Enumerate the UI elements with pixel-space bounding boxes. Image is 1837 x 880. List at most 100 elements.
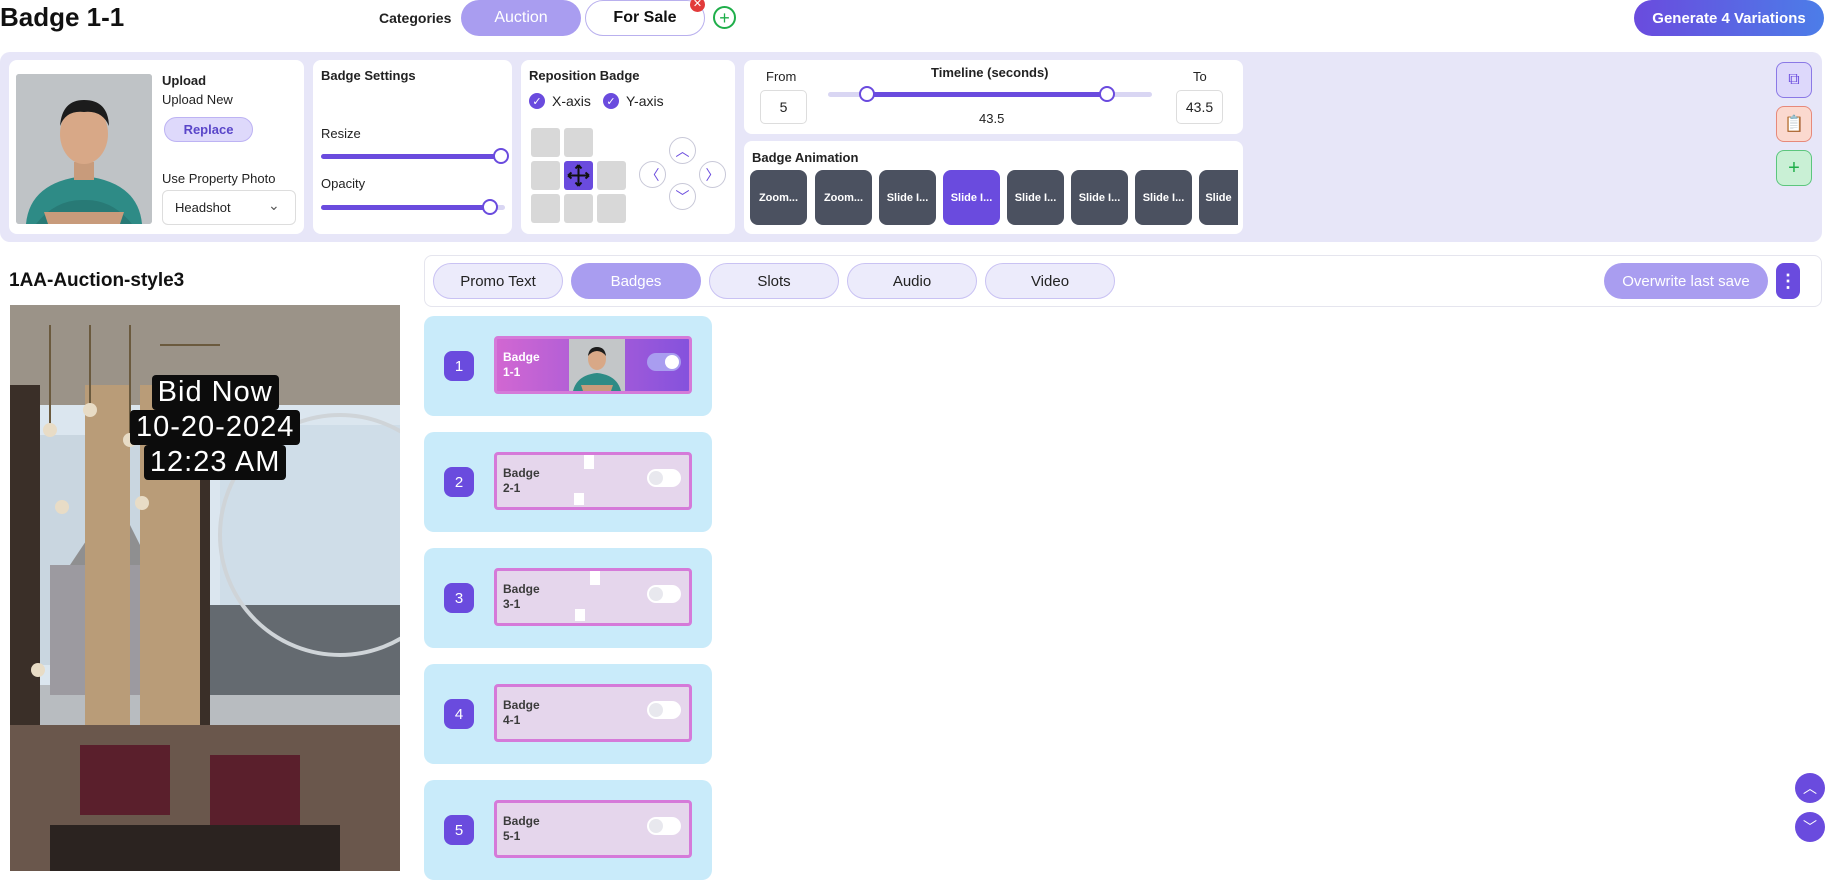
animation-option-8[interactable]: Slide: [1199, 170, 1238, 225]
badge-preview-mark: [575, 609, 585, 621]
animation-option-4[interactable]: Slide I...: [943, 170, 1000, 225]
badge-card[interactable]: Badge 3-1: [494, 568, 692, 626]
more-vertical-icon[interactable]: ⋮: [1776, 263, 1800, 299]
toggle-knob: [649, 819, 663, 833]
badge-card-label: Badge 4-1: [503, 698, 540, 728]
tab-audio[interactable]: Audio: [847, 263, 977, 299]
move-up-chevron-icon[interactable]: ︿: [669, 137, 696, 164]
badge-overlay-text: Bid Now 10-20-2024 12:23 AM: [130, 375, 301, 480]
generate-variations-button[interactable]: Generate 4 Variations: [1634, 0, 1824, 36]
overlay-line-1: Bid Now: [151, 375, 279, 410]
to-label: To: [1193, 69, 1207, 84]
scroll-up-chevron-icon[interactable]: ︿: [1795, 773, 1825, 803]
badge-number: 3: [444, 583, 474, 613]
copy-icon[interactable]: ⧉: [1776, 62, 1812, 98]
badge-enable-toggle[interactable]: [647, 585, 681, 603]
badge-card-label: Badge 5-1: [503, 814, 540, 844]
animation-option-7[interactable]: Slide I...: [1135, 170, 1192, 225]
position-cell-bottom-center[interactable]: [564, 194, 593, 223]
category-tab-for-sale[interactable]: For Sale: [585, 0, 705, 36]
position-cell-bottom-left[interactable]: [531, 194, 560, 223]
toggle-knob: [649, 703, 663, 717]
badge-thumbnail-photo: [569, 339, 625, 391]
overlay-line-2: 10-20-2024: [130, 410, 301, 445]
resize-slider-track[interactable]: [321, 154, 501, 159]
move-icon: [567, 164, 590, 187]
animation-option-3[interactable]: Slide I...: [879, 170, 936, 225]
tab-promo-text[interactable]: Promo Text: [433, 263, 563, 299]
category-tab-auction[interactable]: Auction: [461, 0, 581, 36]
timeline-start-thumb[interactable]: [859, 86, 875, 102]
add-category-plus-icon[interactable]: +: [713, 6, 736, 29]
scroll-down-chevron-icon[interactable]: ﹀: [1795, 812, 1825, 842]
badge-row[interactable]: 3 Badge 3-1: [424, 548, 712, 648]
chevron-down-icon: ⌄: [268, 197, 280, 213]
badge-row[interactable]: 1 Badge 1-1: [424, 316, 712, 416]
badge-card-id: 2-1: [503, 481, 521, 495]
x-axis-label: X-axis: [552, 93, 591, 109]
overlay-line-3: 12:23 AM: [143, 445, 287, 480]
to-input[interactable]: 43.5: [1176, 90, 1223, 124]
badge-row[interactable]: 4 Badge 4-1: [424, 664, 712, 764]
badge-card[interactable]: Badge 2-1: [494, 452, 692, 510]
toggle-knob: [649, 471, 663, 485]
move-down-chevron-icon[interactable]: ﹀: [669, 183, 696, 210]
badge-card-title: Badge: [503, 698, 540, 712]
toggle-knob: [665, 355, 679, 369]
badge-number: 5: [444, 815, 474, 845]
position-cell-middle-right[interactable]: [597, 161, 626, 190]
badge-card-label: Badge 3-1: [503, 582, 540, 612]
categories-label: Categories: [379, 10, 452, 26]
y-axis-checkbox[interactable]: ✓: [603, 93, 619, 109]
position-cell-middle-center[interactable]: [564, 161, 593, 190]
timeline-current-value: 43.5: [979, 111, 1005, 126]
badge-card-id: 3-1: [503, 597, 521, 611]
add-plus-icon[interactable]: +: [1776, 150, 1812, 186]
position-cell-top-center[interactable]: [564, 128, 593, 157]
opacity-label: Opacity: [321, 176, 366, 191]
badge-card[interactable]: Badge 5-1: [494, 800, 692, 858]
badge-settings-heading: Badge Settings: [321, 68, 416, 83]
badge-card-id: 5-1: [503, 829, 521, 843]
clipboard-icon[interactable]: 📋: [1776, 106, 1812, 142]
badge-enable-toggle[interactable]: [647, 817, 681, 835]
use-property-photo-label: Use Property Photo: [162, 171, 276, 186]
resize-slider-thumb[interactable]: [493, 148, 509, 164]
badge-card[interactable]: Badge 4-1: [494, 684, 692, 742]
badge-row[interactable]: 2 Badge 2-1: [424, 432, 712, 532]
animation-option-6[interactable]: Slide I...: [1071, 170, 1128, 225]
tab-slots[interactable]: Slots: [709, 263, 839, 299]
y-axis-label: Y-axis: [626, 93, 664, 109]
badge-enable-toggle[interactable]: [647, 701, 681, 719]
animation-option-5[interactable]: Slide I...: [1007, 170, 1064, 225]
from-label: From: [766, 69, 797, 84]
upload-heading: Upload: [162, 73, 207, 88]
position-cell-top-left[interactable]: [531, 128, 560, 157]
badge-enable-toggle[interactable]: [647, 469, 681, 487]
tab-badges[interactable]: Badges: [571, 263, 701, 299]
upload-new-label: Upload New: [162, 92, 233, 107]
badge-card[interactable]: Badge 1-1: [494, 336, 692, 394]
badge-enable-toggle[interactable]: [647, 353, 681, 371]
badge-row[interactable]: 5 Badge 5-1: [424, 780, 712, 880]
headshot-photo: [16, 74, 152, 224]
badge-preview-mark: [590, 571, 600, 585]
move-left-chevron-icon[interactable]: 〈: [639, 161, 666, 188]
badge-card-title: Badge: [503, 350, 540, 364]
move-right-chevron-icon[interactable]: 〉: [699, 161, 726, 188]
badge-preview-mark: [584, 455, 594, 469]
tab-video[interactable]: Video: [985, 263, 1115, 299]
from-input[interactable]: 5: [760, 90, 807, 124]
timeline-end-thumb[interactable]: [1099, 86, 1115, 102]
x-axis-checkbox[interactable]: ✓: [529, 93, 545, 109]
replace-photo-button[interactable]: Replace: [164, 117, 253, 142]
badge-card-title: Badge: [503, 582, 540, 596]
overwrite-last-save-button[interactable]: Overwrite last save: [1604, 263, 1768, 299]
opacity-slider-fill: [321, 205, 491, 210]
animation-option-2[interactable]: Zoom...: [815, 170, 872, 225]
position-cell-bottom-right[interactable]: [597, 194, 626, 223]
animation-option-1[interactable]: Zoom...: [750, 170, 807, 225]
position-cell-middle-left[interactable]: [531, 161, 560, 190]
resize-label: Resize: [321, 126, 361, 141]
badge-number: 2: [444, 467, 474, 497]
